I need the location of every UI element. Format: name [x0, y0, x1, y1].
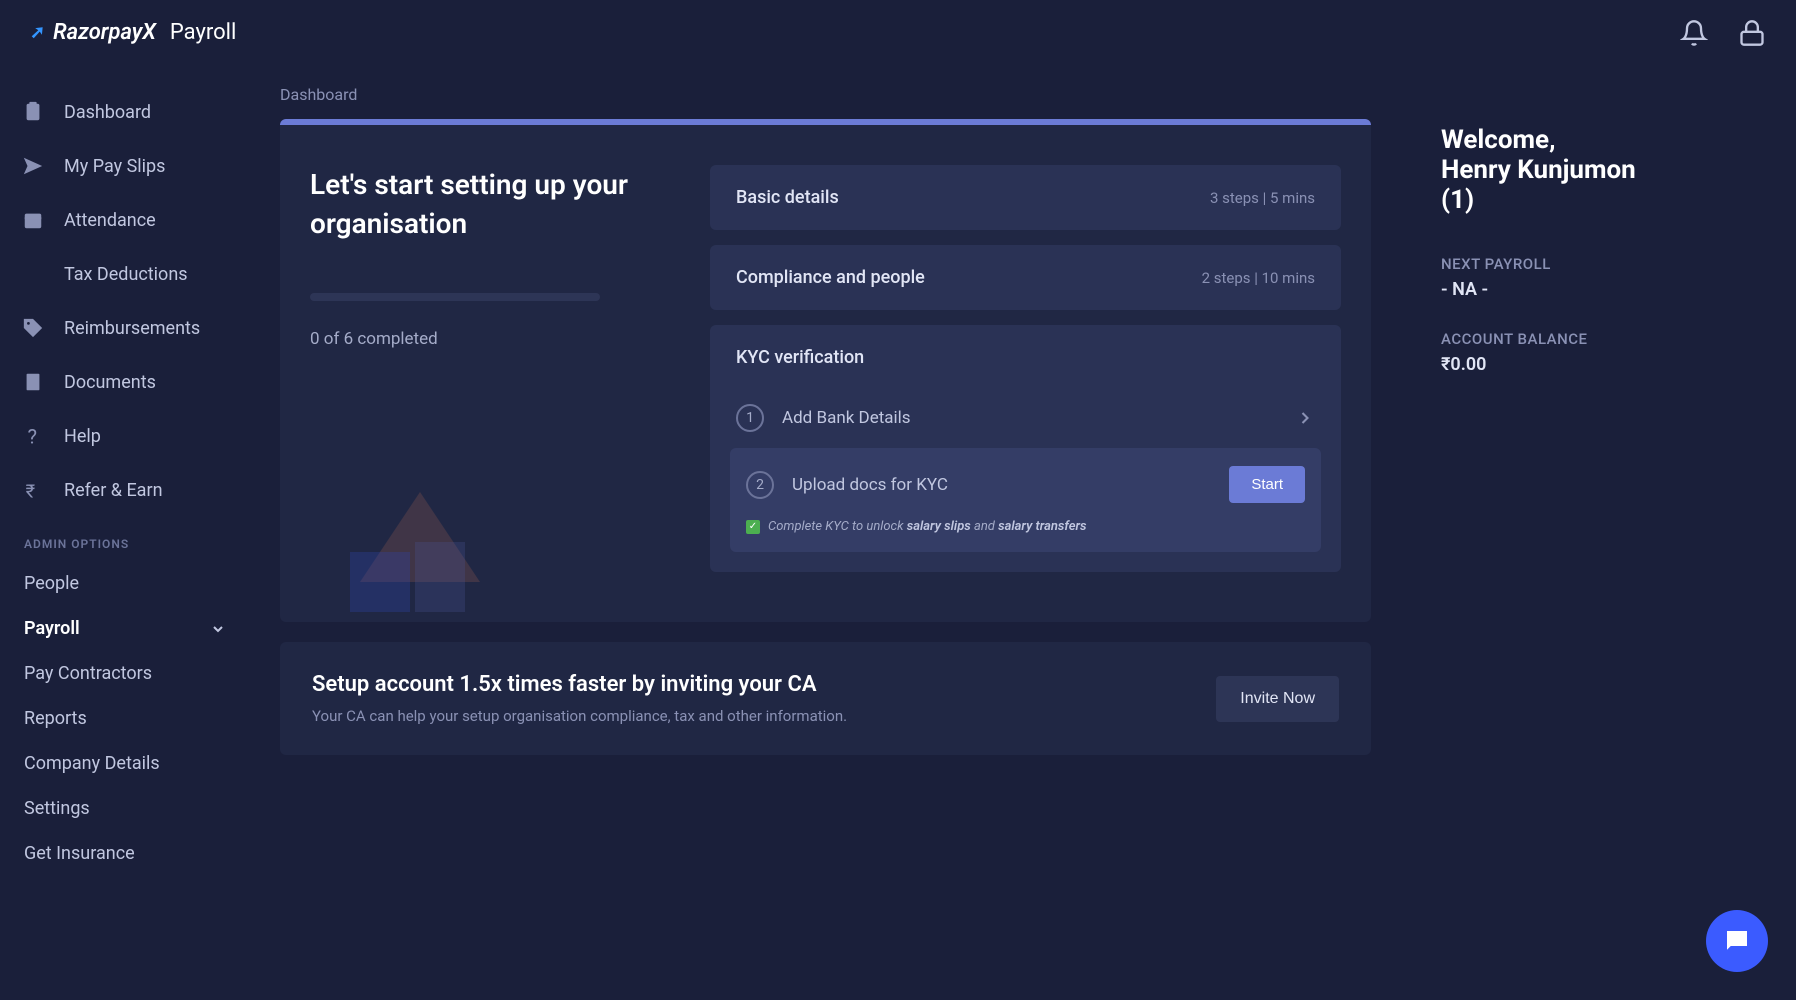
invite-now-button[interactable]: Invite Now: [1216, 676, 1339, 722]
kyc-row-label: Upload docs for KYC: [792, 475, 1211, 495]
nav-payslips[interactable]: My Pay Slips: [0, 139, 250, 193]
admin-settings[interactable]: Settings: [0, 786, 250, 831]
nav-documents[interactable]: Documents: [0, 355, 250, 409]
step-number-badge: 1: [736, 404, 764, 432]
step-title: Basic details: [736, 187, 839, 208]
start-button[interactable]: Start: [1229, 466, 1305, 503]
nav-label: Documents: [64, 372, 156, 393]
nav-reimbursements[interactable]: Reimbursements: [0, 301, 250, 355]
nav-label: Tax Deductions: [64, 264, 188, 285]
chevron-down-icon: [210, 621, 226, 637]
invite-ca-card: Setup account 1.5x times faster by invit…: [280, 642, 1371, 755]
clipboard-icon: [22, 101, 44, 123]
breadcrumb: Dashboard: [280, 85, 1371, 104]
app-header: ➚ RazorpayX Payroll: [0, 0, 1796, 65]
tag-icon: [22, 317, 44, 339]
welcome-id: (1): [1441, 185, 1756, 215]
nav-label: Attendance: [64, 210, 156, 231]
admin-contractors[interactable]: Pay Contractors: [0, 651, 250, 696]
logo-arrow-icon: ➚: [30, 22, 45, 43]
main-content: Dashboard Let's start setting up your or…: [250, 65, 1796, 1000]
admin-payroll[interactable]: Payroll: [0, 606, 250, 651]
step-meta: 2 steps | 10 mins: [1202, 269, 1315, 287]
admin-people[interactable]: People: [0, 561, 250, 606]
nav-label: Refer & Earn: [64, 480, 163, 501]
admin-insurance[interactable]: Get Insurance: [0, 831, 250, 876]
admin-reports[interactable]: Reports: [0, 696, 250, 741]
kyc-note: ✓ Complete KYC to unlock salary slips an…: [746, 519, 1305, 534]
nav-tax[interactable]: Tax Deductions: [0, 247, 250, 301]
chevron-right-icon: [1295, 408, 1315, 428]
calendar-icon: [22, 209, 44, 231]
admin-company[interactable]: Company Details: [0, 741, 250, 786]
kyc-add-bank[interactable]: 1 Add Bank Details: [730, 388, 1321, 448]
ca-subtitle: Your CA can help your setup organisation…: [312, 707, 1216, 725]
nav-dashboard[interactable]: Dashboard: [0, 85, 250, 139]
kyc-title: KYC verification: [730, 347, 1321, 368]
question-icon: ?: [22, 425, 44, 447]
welcome-name: Henry Kunjumon: [1441, 155, 1756, 185]
profile-icon[interactable]: [1738, 19, 1766, 47]
notifications-icon[interactable]: [1680, 19, 1708, 47]
kyc-card: KYC verification 1 Add Bank Details 2 Up…: [710, 325, 1341, 572]
nav-refer[interactable]: ₹ Refer & Earn: [0, 463, 250, 517]
brand-logo[interactable]: ➚ RazorpayX Payroll: [30, 20, 236, 45]
calculator-icon: [22, 263, 44, 285]
kyc-upload-docs: 2 Upload docs for KYC Start ✓ Complete K…: [730, 448, 1321, 552]
chat-fab[interactable]: [1706, 910, 1768, 972]
svg-text:?: ?: [28, 425, 38, 447]
nav-attendance[interactable]: Attendance: [0, 193, 250, 247]
setup-title: Let's start setting up your organisation: [310, 165, 670, 243]
right-panel: Welcome, Henry Kunjumon (1) NEXT PAYROLL…: [1401, 65, 1796, 1000]
nav-label: Dashboard: [64, 102, 151, 123]
setup-card: Let's start setting up your organisation…: [280, 119, 1371, 622]
nav-label: Help: [64, 426, 101, 447]
product-name: Payroll: [170, 20, 236, 45]
brand-name: RazorpayX: [53, 20, 156, 45]
step-number-badge: 2: [746, 471, 774, 499]
balance-value: ₹0.00: [1441, 354, 1756, 375]
progress-bar: [310, 293, 600, 301]
admin-options-label: ADMIN OPTIONS: [0, 517, 250, 561]
ca-title: Setup account 1.5x times faster by invit…: [312, 672, 1216, 697]
decorative-shapes-icon: [320, 442, 520, 622]
nav-help[interactable]: ? Help: [0, 409, 250, 463]
rupee-icon: ₹: [22, 479, 44, 501]
progress-text: 0 of 6 completed: [310, 329, 670, 349]
chat-icon: [1722, 926, 1752, 956]
step-compliance[interactable]: Compliance and people 2 steps | 10 mins: [710, 245, 1341, 310]
kyc-row-label: Add Bank Details: [782, 408, 1277, 428]
balance-label: ACCOUNT BALANCE: [1441, 330, 1756, 348]
svg-text:₹: ₹: [26, 481, 36, 501]
header-actions: [1680, 19, 1766, 47]
checkmark-icon: ✓: [746, 520, 760, 534]
send-icon: [22, 155, 44, 177]
sidebar: Dashboard My Pay Slips Attendance Tax De…: [0, 65, 250, 1000]
welcome-label: Welcome,: [1441, 125, 1756, 155]
step-title: Compliance and people: [736, 267, 925, 288]
next-payroll-value: - NA -: [1441, 279, 1756, 300]
step-meta: 3 steps | 5 mins: [1210, 189, 1315, 207]
nav-label: My Pay Slips: [64, 156, 165, 177]
next-payroll-label: NEXT PAYROLL: [1441, 255, 1756, 273]
step-basic-details[interactable]: Basic details 3 steps | 5 mins: [710, 165, 1341, 230]
document-icon: [22, 371, 44, 393]
nav-label: Reimbursements: [64, 318, 200, 339]
